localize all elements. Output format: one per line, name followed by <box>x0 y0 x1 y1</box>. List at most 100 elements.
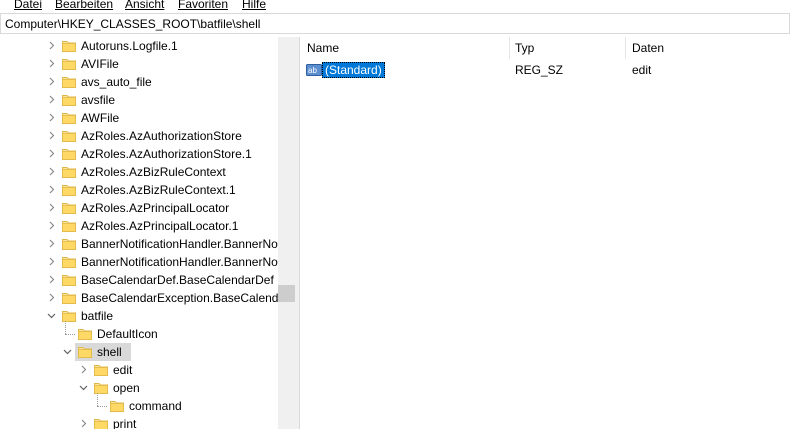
chevron-right-icon[interactable] <box>46 291 56 305</box>
tree-item[interactable]: AWFile <box>0 109 278 127</box>
folder-icon <box>61 308 77 324</box>
chevron-right-icon[interactable] <box>46 93 56 107</box>
tree-item[interactable]: avsfile <box>0 91 278 109</box>
folder-icon <box>61 74 77 90</box>
tree-item[interactable]: Autoruns.Logfile.1 <box>0 37 278 55</box>
value-data-cell: edit <box>632 63 652 77</box>
folder-icon <box>61 236 77 252</box>
column-header-name[interactable]: Name <box>307 37 339 59</box>
tree-item[interactable]: shell <box>0 343 278 361</box>
address-path[interactable]: Computer\HKEY_CLASSES_ROOT\batfile\shell <box>5 17 260 31</box>
tree-item[interactable]: AVIFile <box>0 55 278 73</box>
column-header-type[interactable]: Typ <box>515 37 534 59</box>
tree-item-label: AVIFile <box>81 57 119 71</box>
tree-item-label: avs_auto_file <box>81 75 152 89</box>
tree-item[interactable]: BaseCalendarException.BaseCalenda <box>0 289 278 307</box>
folder-icon <box>77 326 93 342</box>
chevron-right-icon[interactable] <box>46 111 56 125</box>
chevron-right-icon[interactable] <box>46 219 56 233</box>
folder-icon <box>61 146 77 162</box>
tree-scroll-thumb[interactable] <box>278 285 295 302</box>
folder-icon <box>61 110 77 126</box>
menu-ansicht[interactable]: Ansicht <box>125 0 164 12</box>
tree-item-label: AzRoles.AzBizRuleContext.1 <box>81 183 236 197</box>
tree-item-label: avsfile <box>81 93 116 107</box>
chevron-right-icon[interactable] <box>46 165 56 179</box>
tree-connector <box>65 321 66 334</box>
chevron-right-icon[interactable] <box>78 363 88 377</box>
tree-item[interactable]: AzRoles.AzAuthorizationStore <box>0 127 278 145</box>
menu-datei[interactable]: Datei <box>14 0 42 12</box>
chevron-right-icon[interactable] <box>46 201 56 215</box>
registry-key-tree[interactable]: Autoruns.Logfile.1 AVIFile avs_auto_fileav… <box>0 37 278 429</box>
chevron-right-icon[interactable] <box>46 39 56 53</box>
registry-value-row[interactable]: ab (Standard) REG_SZ edit <box>300 61 792 79</box>
chevron-right-icon[interactable] <box>46 273 56 287</box>
tree-item-label: BannerNotificationHandler.BannerNo <box>81 237 278 251</box>
folder-icon <box>77 344 93 360</box>
chevron-right-icon[interactable] <box>46 255 56 269</box>
tree-item[interactable]: print <box>0 415 278 429</box>
tree-item[interactable]: AzRoles.AzPrincipalLocator.1 <box>0 217 278 235</box>
chevron-right-icon[interactable] <box>46 129 56 143</box>
tree-item-label: command <box>129 399 182 413</box>
tree-item-label: BaseCalendarDef.BaseCalendarDef <box>81 273 274 287</box>
folder-icon <box>61 218 77 234</box>
chevron-right-icon[interactable] <box>46 147 56 161</box>
tree-item[interactable]: batfile <box>0 307 278 325</box>
tree-item-label: AWFile <box>81 111 120 125</box>
chevron-right-icon[interactable] <box>46 183 56 197</box>
tree-item-label: batfile <box>81 309 114 323</box>
folder-icon <box>61 128 77 144</box>
value-type-cell: REG_SZ <box>515 63 564 77</box>
tree-item[interactable]: command <box>0 393 278 415</box>
menu-bearbeiten[interactable]: Bearbeiten <box>55 0 113 12</box>
tree-item[interactable]: BannerNotificationHandler.BannerNo <box>0 253 278 271</box>
tree-item[interactable]: DefaultIcon <box>0 321 278 343</box>
tree-item-label: AzRoles.AzBizRuleContext <box>81 165 226 179</box>
chevron-right-icon[interactable] <box>78 417 88 429</box>
tree-item[interactable]: AzRoles.AzAuthorizationStore.1 <box>0 145 278 163</box>
tree-item-label: edit <box>113 363 133 377</box>
folder-icon <box>61 38 77 54</box>
chevron-down-icon[interactable] <box>78 381 88 395</box>
tree-item[interactable]: edit <box>0 361 278 379</box>
tree-item[interactable]: AzRoles.AzPrincipalLocator <box>0 199 278 217</box>
menu-favoriten[interactable]: Favoriten <box>178 0 228 12</box>
tree-vertical-scrollbar[interactable] <box>278 37 295 429</box>
chevron-right-icon[interactable] <box>46 237 56 251</box>
column-separator[interactable] <box>509 37 510 59</box>
tree-item[interactable]: BaseCalendarDef.BaseCalendarDef <box>0 271 278 289</box>
column-separator[interactable] <box>625 37 626 59</box>
registry-values-list: Name Typ Daten ab (Standard) REG_SZ edit <box>300 37 792 429</box>
tree-connector <box>65 334 75 335</box>
tree-item-label: open <box>113 381 140 395</box>
chevron-right-icon[interactable] <box>46 75 56 89</box>
tree-item-label: AzRoles.AzAuthorizationStore <box>81 129 242 143</box>
column-header-data[interactable]: Daten <box>632 37 664 59</box>
tree-item[interactable]: avs_auto_file <box>0 73 278 91</box>
svg-text:ab: ab <box>308 66 317 75</box>
chevron-right-icon[interactable] <box>46 57 56 71</box>
folder-icon <box>61 92 77 108</box>
tree-item[interactable]: AzRoles.AzBizRuleContext <box>0 163 278 181</box>
tree-item[interactable]: open <box>0 379 278 397</box>
folder-icon <box>93 380 109 396</box>
folder-icon <box>61 200 77 216</box>
tree-connector <box>97 406 107 407</box>
folder-icon <box>61 272 77 288</box>
value-name-cell[interactable]: (Standard) <box>322 62 385 78</box>
folder-icon <box>61 56 77 72</box>
tree-item[interactable]: BannerNotificationHandler.BannerNo <box>0 235 278 253</box>
folder-icon <box>61 182 77 198</box>
folder-icon <box>93 362 109 378</box>
folder-icon <box>93 416 109 429</box>
tree-item-label: BannerNotificationHandler.BannerNo <box>81 255 278 269</box>
tree-item[interactable]: AzRoles.AzBizRuleContext.1 <box>0 181 278 199</box>
chevron-down-icon[interactable] <box>62 345 72 359</box>
address-bar[interactable]: Computer\HKEY_CLASSES_ROOT\batfile\shell <box>0 13 790 34</box>
folder-icon <box>109 398 125 414</box>
menu-hilfe[interactable]: Hilfe <box>242 0 266 12</box>
tree-item-label: shell <box>97 345 122 359</box>
chevron-down-icon[interactable] <box>46 309 56 323</box>
